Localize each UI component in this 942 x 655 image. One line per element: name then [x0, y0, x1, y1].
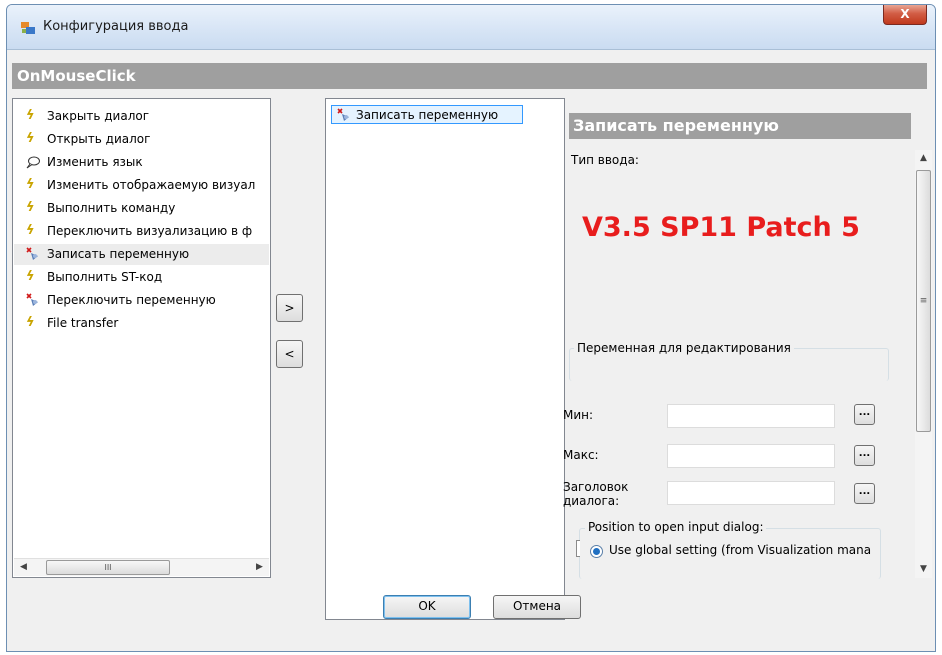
lightning-icon: ϟ [26, 315, 35, 330]
action-item-toggle-variable[interactable]: Переключить переменную [14, 290, 269, 311]
scroll-down-arrow-icon[interactable]: ▼ [915, 561, 932, 578]
app-icon [21, 22, 35, 34]
dialog-title-input[interactable] [667, 481, 835, 505]
action-label: File transfer [47, 316, 119, 330]
variable-group-label: Переменная для редактирования [574, 341, 794, 355]
details-vertical-scrollbar[interactable]: ▲ ≡ ▼ [915, 150, 932, 578]
min-browse-button[interactable]: ... [854, 404, 875, 425]
close-button[interactable]: X [883, 5, 927, 25]
partial-checkbox[interactable] [576, 540, 580, 557]
details-title: Записать переменную [573, 116, 779, 135]
selected-actions-list[interactable]: Записать переменную [325, 98, 565, 620]
input-type-label: Тип ввода: [571, 153, 639, 167]
write-variable-icon [26, 293, 40, 307]
min-input[interactable] [667, 404, 835, 428]
global-setting-label: Use global setting (from Visualization m… [609, 543, 872, 557]
ok-button[interactable]: OK [383, 595, 471, 619]
event-header: OnMouseClick [12, 63, 927, 89]
scroll-right-arrow-icon[interactable]: ▶ [252, 560, 267, 575]
horizontal-scrollbar[interactable]: ◀ III ▶ [14, 558, 269, 576]
scroll-thumb[interactable]: III [46, 560, 170, 575]
action-item-execute-command[interactable]: ϟ Выполнить команду [14, 198, 269, 219]
action-label: Выполнить команду [47, 201, 176, 215]
action-label: Изменить язык [47, 155, 143, 169]
cancel-button[interactable]: Отмена [493, 595, 581, 619]
action-item-change-language[interactable]: Изменить язык [14, 152, 269, 173]
action-item-switch-visualization[interactable]: ϟ Переключить визуализацию в ф [14, 221, 269, 242]
lightning-icon: ϟ [26, 200, 35, 215]
add-action-button[interactable]: > [276, 294, 303, 322]
remove-action-button[interactable]: < [276, 340, 303, 368]
action-item-file-transfer[interactable]: ϟ File transfer [14, 313, 269, 334]
available-actions-list[interactable]: ϟ Закрыть диалог ϟ Открыть диалог Измени… [12, 98, 271, 578]
event-name: OnMouseClick [17, 67, 136, 85]
action-item-close-dialog[interactable]: ϟ Закрыть диалог [14, 106, 269, 127]
lightning-icon: ϟ [26, 131, 35, 146]
action-label: Выполнить ST-код [47, 270, 163, 284]
lightning-icon: ϟ [26, 177, 35, 192]
lightning-icon: ϟ [26, 223, 35, 238]
details-title-bar: Записать переменную [569, 113, 911, 139]
action-label: Изменить отображаемую визуал [47, 178, 256, 192]
action-item-change-visualization[interactable]: ϟ Изменить отображаемую визуал [14, 175, 269, 196]
dialog-title-label: Заголовок диалога: [563, 480, 629, 508]
action-label: Открыть диалог [47, 132, 151, 146]
title-bar: Конфигурация ввода X [7, 5, 935, 50]
window-title: Конфигурация ввода [43, 19, 189, 34]
min-label: Мин: [563, 408, 594, 422]
action-item-open-dialog[interactable]: ϟ Открыть диалог [14, 129, 269, 150]
scroll-left-arrow-icon[interactable]: ◀ [16, 560, 31, 575]
lightning-icon: ϟ [26, 269, 35, 284]
action-item-execute-st-code[interactable]: ϟ Выполнить ST-код [14, 267, 269, 288]
write-variable-icon [26, 247, 40, 261]
speech-bubble-icon [26, 155, 40, 169]
action-label: Записать переменную [47, 247, 190, 261]
action-label: Переключить визуализацию в ф [47, 224, 253, 238]
scroll-up-arrow-icon[interactable]: ▲ [915, 150, 932, 167]
selected-action-label: Записать переменную [356, 108, 499, 122]
scroll-thumb[interactable]: ≡ [916, 170, 931, 432]
dialog-content: OnMouseClick ϟ Закрыть диалог ϟ Открыть … [7, 50, 935, 651]
action-label: Переключить переменную [47, 293, 216, 307]
lightning-icon: ϟ [26, 108, 35, 123]
position-group-label: Position to open input dialog: [585, 520, 767, 534]
action-item-write-variable[interactable]: Записать переменную [14, 244, 269, 265]
max-input[interactable] [667, 444, 835, 468]
dialog-window: Конфигурация ввода X OnMouseClick ϟ Закр… [6, 4, 936, 652]
write-variable-icon [337, 108, 351, 122]
selected-action-item[interactable]: Записать переменную [331, 105, 523, 124]
version-note: V3.5 SP11 Patch 5 [582, 212, 860, 243]
dialog-title-browse-button[interactable]: ... [854, 483, 875, 504]
action-label: Закрыть диалог [47, 109, 150, 123]
max-label: Макс: [563, 448, 599, 462]
global-setting-radio[interactable] [590, 545, 603, 558]
max-browse-button[interactable]: ... [854, 445, 875, 466]
